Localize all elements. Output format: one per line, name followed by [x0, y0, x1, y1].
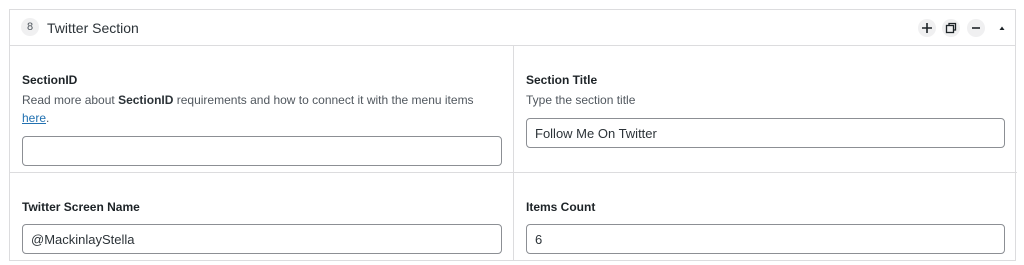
section-title-description: Type the section title — [526, 93, 636, 107]
section-id-desc-text: Read more about — [22, 93, 119, 107]
remove-icon[interactable] — [967, 19, 985, 37]
section-title-input[interactable] — [526, 118, 1005, 148]
section-id-cell: SectionID Read more about SectionID requ… — [10, 46, 514, 173]
section-id-desc-end: . — [46, 111, 50, 125]
section-title-cell: Section Title Type the section title — [514, 46, 1017, 173]
section-id-description: Read more about SectionID requirements a… — [22, 91, 506, 127]
panel-header[interactable]: 8 Twitter Section — [10, 10, 1015, 46]
clone-icon[interactable] — [942, 19, 960, 37]
screen-name-label: Twitter Screen Name — [22, 200, 140, 214]
add-icon[interactable] — [918, 19, 936, 37]
section-title-label: Section Title — [526, 73, 598, 87]
items-count-label: Items Count — [526, 200, 596, 214]
section-id-label: SectionID — [22, 73, 78, 87]
section-index-badge: 8 — [21, 18, 39, 36]
twitter-section-panel: 8 Twitter Section SectionID Read more ab… — [9, 9, 1017, 261]
section-id-help-link[interactable]: here — [22, 111, 46, 125]
collapse-arrow-icon[interactable] — [993, 19, 1011, 37]
section-title: Twitter Section — [47, 20, 139, 36]
section-id-desc-bold: SectionID — [118, 93, 174, 107]
screen-name-cell: Twitter Screen Name — [10, 173, 514, 260]
items-count-cell: Items Count — [514, 173, 1017, 260]
items-count-input[interactable] — [526, 224, 1005, 254]
section-id-input[interactable] — [22, 136, 502, 166]
screen-name-input[interactable] — [22, 224, 502, 254]
section-id-desc-text-2: requirements and how to connect it with … — [173, 93, 474, 107]
